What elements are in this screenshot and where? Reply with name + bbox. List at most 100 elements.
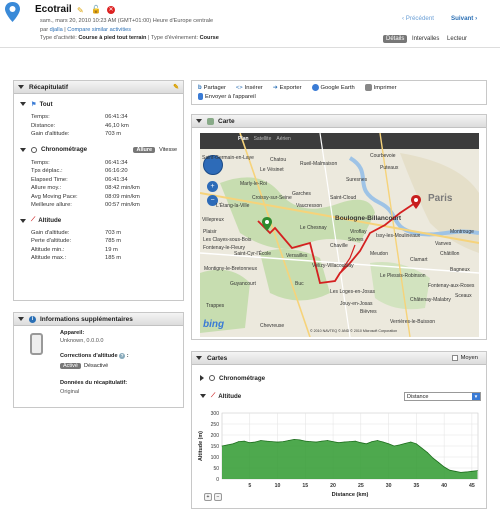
charts-panel: Cartes Moyen Chronométrage ⟋ Altitude Di…	[191, 351, 487, 509]
map-label: Les Loges-en-Josas	[330, 289, 376, 295]
recap-data-value: Original	[60, 389, 80, 395]
edit-icon[interactable]: ✎	[77, 6, 84, 15]
altitude-icon: ⟋	[31, 217, 36, 223]
map-label: Jouy-en-Josas	[340, 301, 373, 307]
chart-section-altitude[interactable]: ⟋ Altitude	[200, 391, 241, 401]
print-button[interactable]: Imprimer	[364, 84, 397, 91]
x-tick-label: 40	[441, 483, 447, 489]
stat-row: Temps: 06:41:34	[31, 159, 128, 166]
data-point	[404, 442, 406, 444]
lock-icon[interactable]: 🔓	[91, 5, 101, 14]
location-pin-icon	[5, 2, 20, 22]
data-point	[432, 457, 434, 459]
recap-panel: Récapitulatif ✎ ⚑ Tout Temps: 06:41:34 Di…	[13, 80, 184, 301]
map-type-aerial[interactable]: Aérien	[276, 136, 290, 142]
map-type-satellite[interactable]: Satellite	[254, 136, 272, 142]
data-point	[277, 441, 278, 443]
map-label: Vanves	[435, 241, 452, 247]
data-point	[343, 441, 345, 443]
alt-correction-off[interactable]: Désactivé	[84, 363, 108, 369]
recap-header[interactable]: Récapitulatif ✎	[14, 81, 183, 94]
map-label: Boulogne-Billancourt	[335, 215, 402, 222]
tab-intervals[interactable]: Intervalles	[409, 35, 442, 43]
data-point	[232, 443, 234, 445]
data-point	[382, 441, 384, 443]
map-type-road[interactable]: Plan	[238, 136, 249, 142]
tab-details[interactable]: Détails	[383, 35, 408, 43]
stat-row: Temps: 06:41:34	[31, 114, 128, 121]
map-label: Châtillon	[440, 251, 460, 257]
chart-section-chrono[interactable]: Chronométrage	[200, 373, 265, 383]
prev-link[interactable]: ‹ Précédent	[402, 15, 434, 22]
map-logo: bing	[203, 319, 225, 330]
stat-row: Gain d'altitude: 703 m	[31, 131, 122, 138]
chart-zoom-out-button[interactable]: −	[214, 493, 222, 501]
code-icon: <>	[235, 84, 243, 91]
map-label: Courbevoie	[370, 153, 396, 159]
map-label: Clamart	[410, 257, 428, 263]
map-label: Fontenay-le-Fleury	[203, 245, 245, 251]
map-label: Versailles	[286, 253, 308, 259]
altitude-icon: ⟋	[211, 392, 216, 399]
share-button[interactable]: b Partager	[198, 84, 226, 91]
insert-button[interactable]: <> Insérer	[236, 84, 263, 91]
chart-zoom-in-button[interactable]: +	[204, 493, 212, 501]
data-point	[288, 440, 290, 441]
x-tick-label: 45	[469, 483, 475, 489]
compare-link[interactable]: Compare similar activities	[67, 27, 131, 33]
stat-row: Tps déplac.: 06:16:20	[31, 168, 128, 175]
data-point	[310, 441, 312, 442]
map-label: Garches	[292, 191, 311, 197]
section-tout[interactable]: ⚑ Tout	[20, 99, 177, 109]
info-header[interactable]: i Informations supplémentaires	[14, 313, 183, 326]
toggle-pace[interactable]: Allure	[133, 146, 156, 153]
data-point	[477, 470, 478, 472]
author-line: par djalla | Compare similar activities	[40, 26, 132, 33]
data-point	[316, 441, 317, 443]
collapse-icon[interactable]	[18, 85, 24, 89]
start-marker-icon	[262, 217, 272, 231]
stat-row: Altitude min.: 19 m	[31, 246, 118, 253]
globe-icon	[311, 84, 319, 91]
alt-correction-on[interactable]: Activé	[60, 363, 81, 369]
data-point	[338, 442, 340, 444]
x-axis-select[interactable]: Distance ▼	[404, 392, 481, 401]
map-label: Saint-Germain-en-Laye	[202, 155, 254, 161]
map-label: Croissy-sur-Seine	[252, 195, 292, 201]
stat-row: Altitude max.: 185 m	[31, 255, 122, 262]
altitude-chart: 0 50 100 150 200 250 300 5 10 15 20 25 30 35 40 45 Dista…	[198, 411, 479, 498]
moyen-checkbox[interactable]	[451, 355, 458, 361]
data-point	[415, 443, 417, 445]
section-chrono[interactable]: Chronométrage Allure Vitesse	[20, 145, 177, 155]
charts-header[interactable]: Cartes Moyen	[192, 352, 486, 365]
edit-icon[interactable]: ✎	[173, 83, 179, 91]
next-link[interactable]: Suivant ›	[451, 15, 477, 22]
toolbar: b Partager <> Insérer ➜ Exporter Google Ear…	[191, 80, 487, 105]
moyen-label: Moyen	[460, 355, 478, 361]
delete-icon[interactable]: ✕	[107, 6, 115, 14]
map-label: Chatou	[270, 157, 287, 163]
tab-player[interactable]: Lecteur	[444, 35, 470, 43]
data-point	[266, 440, 267, 442]
data-point	[471, 470, 473, 472]
flag-icon: ⚑	[31, 100, 37, 108]
printer-icon	[364, 84, 372, 91]
info-panel: i Informations supplémentaires Appareil:…	[13, 312, 184, 408]
map-canvas[interactable]: Plan Satellite Aérien + − Courbevoie Put…	[200, 133, 479, 337]
data-point	[410, 441, 412, 443]
toggle-speed[interactable]: Vitesse	[159, 147, 177, 153]
google-earth-button[interactable]: Google Earth	[311, 84, 355, 91]
y-tick-label: 50	[213, 466, 219, 472]
info-icon: i	[29, 315, 36, 323]
data-point	[332, 441, 334, 442]
section-altitude[interactable]: ⟋ Altitude	[20, 216, 177, 226]
help-icon[interactable]: ?	[119, 353, 126, 359]
send-device-button[interactable]: Envoyer à l'appareil	[198, 93, 256, 100]
export-button[interactable]: ➜ Exporter	[273, 84, 302, 91]
zoom-in-button[interactable]: +	[207, 181, 218, 192]
data-point	[349, 441, 351, 442]
data-point	[271, 441, 273, 442]
x-axis-label: Distance (km)	[332, 492, 369, 498]
map-header[interactable]: Carte	[192, 115, 486, 128]
author-link[interactable]: djalla	[50, 27, 63, 33]
